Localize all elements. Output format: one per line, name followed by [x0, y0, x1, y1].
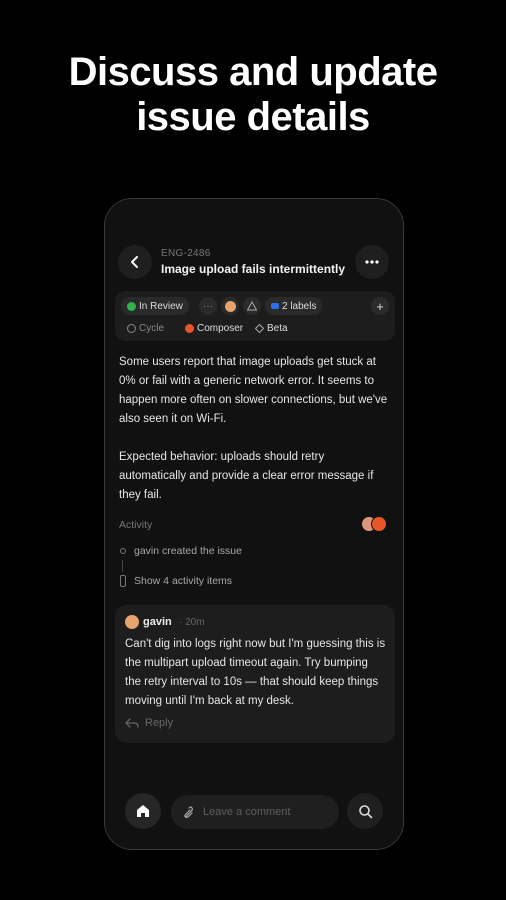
- properties-panel: In Review ··· 2 labels + Cycle Composer …: [115, 291, 395, 341]
- labels-count: 2 labels: [282, 300, 317, 312]
- paperclip-icon[interactable]: [181, 805, 193, 819]
- composer-label-text: Composer: [197, 322, 244, 334]
- back-button[interactable]: [118, 245, 152, 279]
- ellipsis-icon: [365, 260, 379, 264]
- cycle-chip[interactable]: Cycle: [121, 319, 170, 337]
- assignee-avatar: [224, 300, 236, 312]
- show-activity-button[interactable]: Show 4 activity items: [119, 575, 232, 587]
- comment-card[interactable]: gavin · 20m Can't dig into logs right no…: [115, 605, 395, 743]
- phone-frame: ENG-2486 Image upload fails intermittent…: [104, 198, 404, 850]
- more-options-button[interactable]: [355, 245, 389, 279]
- home-icon: [137, 805, 149, 817]
- status-label: In Review: [139, 300, 183, 312]
- diamond-icon: [255, 323, 264, 333]
- search-button[interactable]: [347, 793, 383, 829]
- headline-line-1: Discuss and update: [68, 50, 438, 94]
- comment-placeholder: Leave a comment: [203, 806, 291, 818]
- assignee-chip[interactable]: [221, 297, 239, 315]
- activity-created-text: gavin created the issue: [134, 545, 242, 557]
- beta-label-chip[interactable]: Beta: [249, 319, 294, 337]
- labels-chip[interactable]: 2 labels: [265, 297, 323, 315]
- chevron-left-icon: [131, 256, 138, 268]
- cycle-label: Cycle: [139, 322, 165, 334]
- headline-line-2: issue details: [136, 95, 370, 139]
- show-activity-text: Show 4 activity items: [134, 575, 233, 587]
- warning-chip[interactable]: [243, 297, 261, 315]
- comment-body: Can't dig into logs right now but I'm gu…: [125, 638, 386, 707]
- activity-dot-icon: [120, 548, 126, 554]
- issue-title: Image upload fails intermittently: [161, 262, 346, 276]
- expand-icon: [120, 575, 126, 587]
- comment-avatar: [125, 615, 139, 629]
- in-review-status-icon: [127, 301, 136, 311]
- search-icon: [358, 804, 372, 818]
- reply-arrow-icon: [125, 718, 139, 728]
- activity-heading: Activity: [119, 519, 153, 531]
- comment-author: gavin: [143, 616, 172, 628]
- add-property-button[interactable]: +: [371, 297, 389, 315]
- issue-screen: ENG-2486 Image upload fails intermittent…: [105, 199, 403, 849]
- reply-button[interactable]: Reply: [125, 717, 173, 729]
- description-paragraph-1: Some users report that image uploads get…: [119, 356, 388, 425]
- no-priority-icon: ···: [203, 300, 213, 312]
- subscriber-avatars[interactable]: [361, 516, 389, 532]
- status-chip[interactable]: In Review: [121, 297, 189, 315]
- composer-label-chip[interactable]: Composer: [179, 319, 249, 337]
- issue-description[interactable]: Some users report that image uploads get…: [119, 353, 391, 524]
- plus-icon: +: [376, 298, 384, 314]
- reply-label: Reply: [145, 717, 174, 729]
- labels-icon: [271, 303, 279, 309]
- headline: Discuss and update issue details: [0, 50, 506, 140]
- issue-id: ENG-2486: [161, 248, 211, 259]
- avatar: [371, 516, 387, 532]
- activity-created-item: gavin created the issue: [119, 545, 242, 557]
- home-button[interactable]: [125, 793, 161, 829]
- priority-chip[interactable]: ···: [199, 297, 217, 315]
- beta-label-text: Beta: [267, 322, 288, 334]
- warning-triangle-icon: [247, 301, 257, 311]
- comment-time: · 20m: [179, 617, 205, 628]
- timeline-connector: [122, 560, 123, 572]
- description-paragraph-2: Expected behavior: uploads should retry …: [119, 451, 374, 501]
- composer-label-icon: [185, 323, 194, 333]
- comment-input[interactable]: Leave a comment: [171, 795, 339, 829]
- cycle-icon: [127, 323, 136, 333]
